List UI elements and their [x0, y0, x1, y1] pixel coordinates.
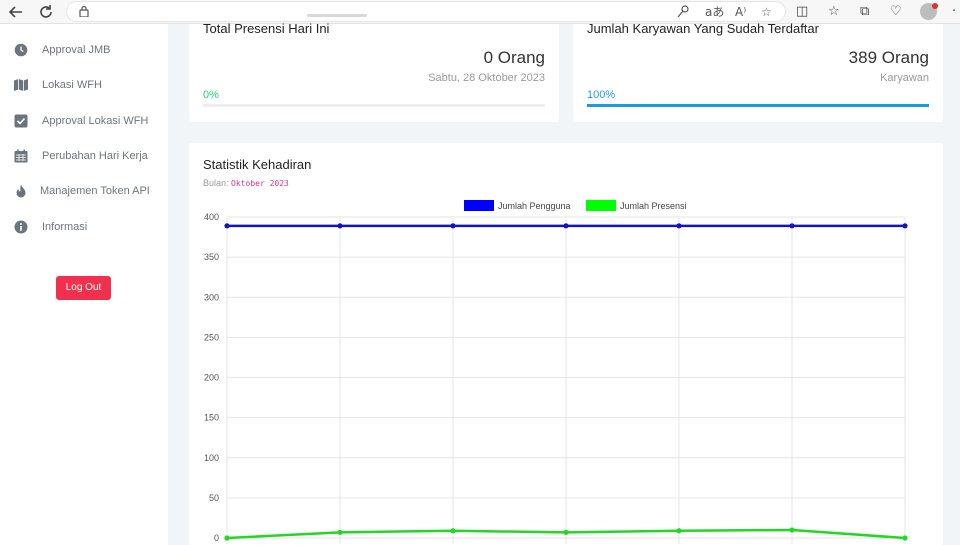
card-total-presensi: Total Presensi Hari Ini 0 Orang Sabtu, 2… — [189, 21, 559, 122]
legend-label: Jumlah Pengguna — [498, 201, 571, 211]
data-point — [789, 223, 795, 229]
data-point — [450, 528, 456, 534]
sidebar-item-approval-lokasi-wfh[interactable]: Approval Lokasi WFH — [14, 111, 148, 131]
card-title: Jumlah Karyawan Yang Sudah Terdaftar — [587, 21, 819, 36]
favorite-star-icon[interactable]: ☆ — [761, 4, 772, 20]
sidebar-item-manajemen-token-api[interactable]: Manajemen Token API — [14, 181, 150, 201]
data-point — [450, 223, 456, 229]
data-point — [337, 223, 343, 229]
y-tick-label: 100 — [204, 453, 219, 463]
card-value: 389 Orang — [848, 48, 929, 67]
sidebar: Approval JMB Lokasi WFH Approval Lokasi … — [0, 24, 168, 545]
collections-icon[interactable]: ⧉ — [860, 3, 869, 21]
data-point — [563, 223, 569, 229]
data-point — [902, 535, 908, 541]
sidebar-item-label: Informasi — [42, 221, 88, 233]
card-date: Sabtu, 28 Oktober 2023 — [428, 72, 545, 84]
sidebar-item-label: Lokasi WFH — [42, 79, 102, 91]
notification-dot — [932, 3, 938, 9]
legend-swatch — [464, 200, 494, 211]
y-tick-label: 0 — [214, 533, 219, 543]
translate-icon[interactable]: aあ — [705, 4, 724, 20]
data-point — [676, 528, 682, 534]
read-aloud-icon[interactable]: A⁾ — [735, 4, 746, 20]
y-tick-label: 50 — [209, 493, 219, 503]
data-point — [224, 223, 230, 229]
split-screen-icon[interactable]: ◫ — [796, 3, 808, 21]
sidebar-item-label: Approval Lokasi WFH — [42, 115, 149, 127]
progress-bar — [587, 104, 929, 107]
sidebar-item-informasi[interactable]: Informasi — [14, 217, 87, 237]
progress-bar — [203, 104, 545, 107]
address-text-redacted — [307, 14, 367, 17]
sidebar-item-label: Approval JMB — [42, 44, 111, 56]
fire-icon — [16, 184, 26, 198]
y-tick-label: 350 — [204, 252, 219, 262]
legend-swatch — [586, 200, 616, 211]
progress-percent-label: 100% — [587, 89, 616, 101]
y-tick-label: 300 — [204, 292, 219, 302]
y-tick-label: 200 — [204, 373, 219, 383]
sidebar-item-perubahan-hari-kerja[interactable]: Perubahan Hari Kerja — [14, 146, 148, 166]
data-point — [902, 223, 908, 229]
address-bar[interactable]: aあ A⁾ ☆ — [66, 1, 786, 22]
legend-label: Jumlah Presensi — [620, 201, 687, 211]
more-menu-icon[interactable]: · — [952, 3, 956, 21]
data-point — [563, 529, 569, 535]
data-point — [224, 535, 230, 541]
sidebar-item-approval-jmb[interactable]: Approval JMB — [14, 40, 110, 60]
data-point — [676, 223, 682, 229]
browser-essentials-icon[interactable]: ♡ — [890, 3, 902, 21]
back-arrow-icon[interactable] — [6, 2, 26, 22]
progress-percent-label: 0% — [203, 89, 219, 101]
card-value: 0 Orang — [483, 48, 545, 67]
y-tick-label: 250 — [204, 332, 219, 342]
data-point — [337, 529, 343, 535]
progress-bar-fill — [587, 104, 929, 107]
sidebar-item-label: Manajemen Token API — [40, 185, 150, 197]
y-tick-label: 150 — [204, 413, 219, 423]
card-subtitle: Karyawan — [880, 72, 929, 84]
key-icon[interactable] — [677, 5, 689, 19]
sidebar-item-lokasi-wfh[interactable]: Lokasi WFH — [14, 75, 102, 95]
favorites-icon[interactable]: ☆ — [828, 3, 840, 21]
map-icon — [14, 79, 28, 91]
check-square-icon — [14, 114, 28, 128]
sidebar-item-label: Perubahan Hari Kerja — [42, 150, 148, 162]
card-statistik-kehadiran: Statistik Kehadiran Bulan: Oktober 2023 … — [189, 143, 943, 545]
data-point — [789, 527, 795, 533]
refresh-icon[interactable] — [36, 2, 56, 22]
card-jumlah-karyawan: Jumlah Karyawan Yang Sudah Terdaftar 389… — [573, 21, 943, 122]
card-title: Total Presensi Hari Ini — [203, 21, 330, 36]
attendance-line-chart: 0 50 100 150 200 250 300 350 400 Jumlah Pengguna J… — [204, 200, 908, 544]
logout-button[interactable]: Log Out — [56, 276, 111, 300]
y-tick-label: 400 — [204, 212, 219, 222]
clock-icon — [14, 43, 28, 57]
info-icon — [14, 220, 28, 234]
lock-icon — [79, 5, 89, 17]
calendar-icon — [14, 149, 28, 163]
